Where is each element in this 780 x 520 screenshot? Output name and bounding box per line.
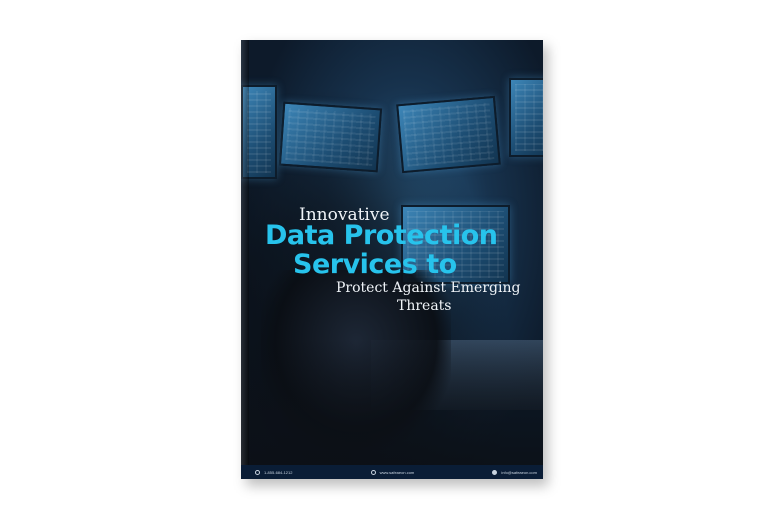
monitor-image bbox=[509, 78, 543, 157]
phone-icon bbox=[255, 469, 260, 475]
footer-website: www.safeaeon.com bbox=[370, 469, 415, 475]
cover-footer: 1-855-684-1212 www.safeaeon.com info@saf… bbox=[241, 465, 543, 479]
title-line: Protect Against Emerging bbox=[336, 280, 521, 296]
title-highlight: Services to bbox=[293, 249, 457, 280]
title-highlight: Data Protection bbox=[265, 220, 498, 251]
cover-fade bbox=[241, 339, 543, 479]
mail-icon bbox=[492, 469, 498, 475]
footer-phone: 1-855-684-1212 bbox=[255, 469, 293, 475]
monitor-image bbox=[278, 101, 383, 173]
email-text: info@safeaeon.com bbox=[501, 469, 537, 475]
monitor-image bbox=[396, 95, 501, 174]
book-spine bbox=[241, 40, 249, 479]
website-text: www.safeaeon.com bbox=[379, 469, 415, 475]
ebook-cover: Innovative Data Protection Services to P… bbox=[241, 40, 543, 479]
globe-icon bbox=[370, 469, 376, 475]
title-line: Threats bbox=[397, 298, 452, 314]
footer-email: info@safeaeon.com bbox=[492, 469, 537, 475]
phone-text: 1-855-684-1212 bbox=[264, 469, 293, 475]
